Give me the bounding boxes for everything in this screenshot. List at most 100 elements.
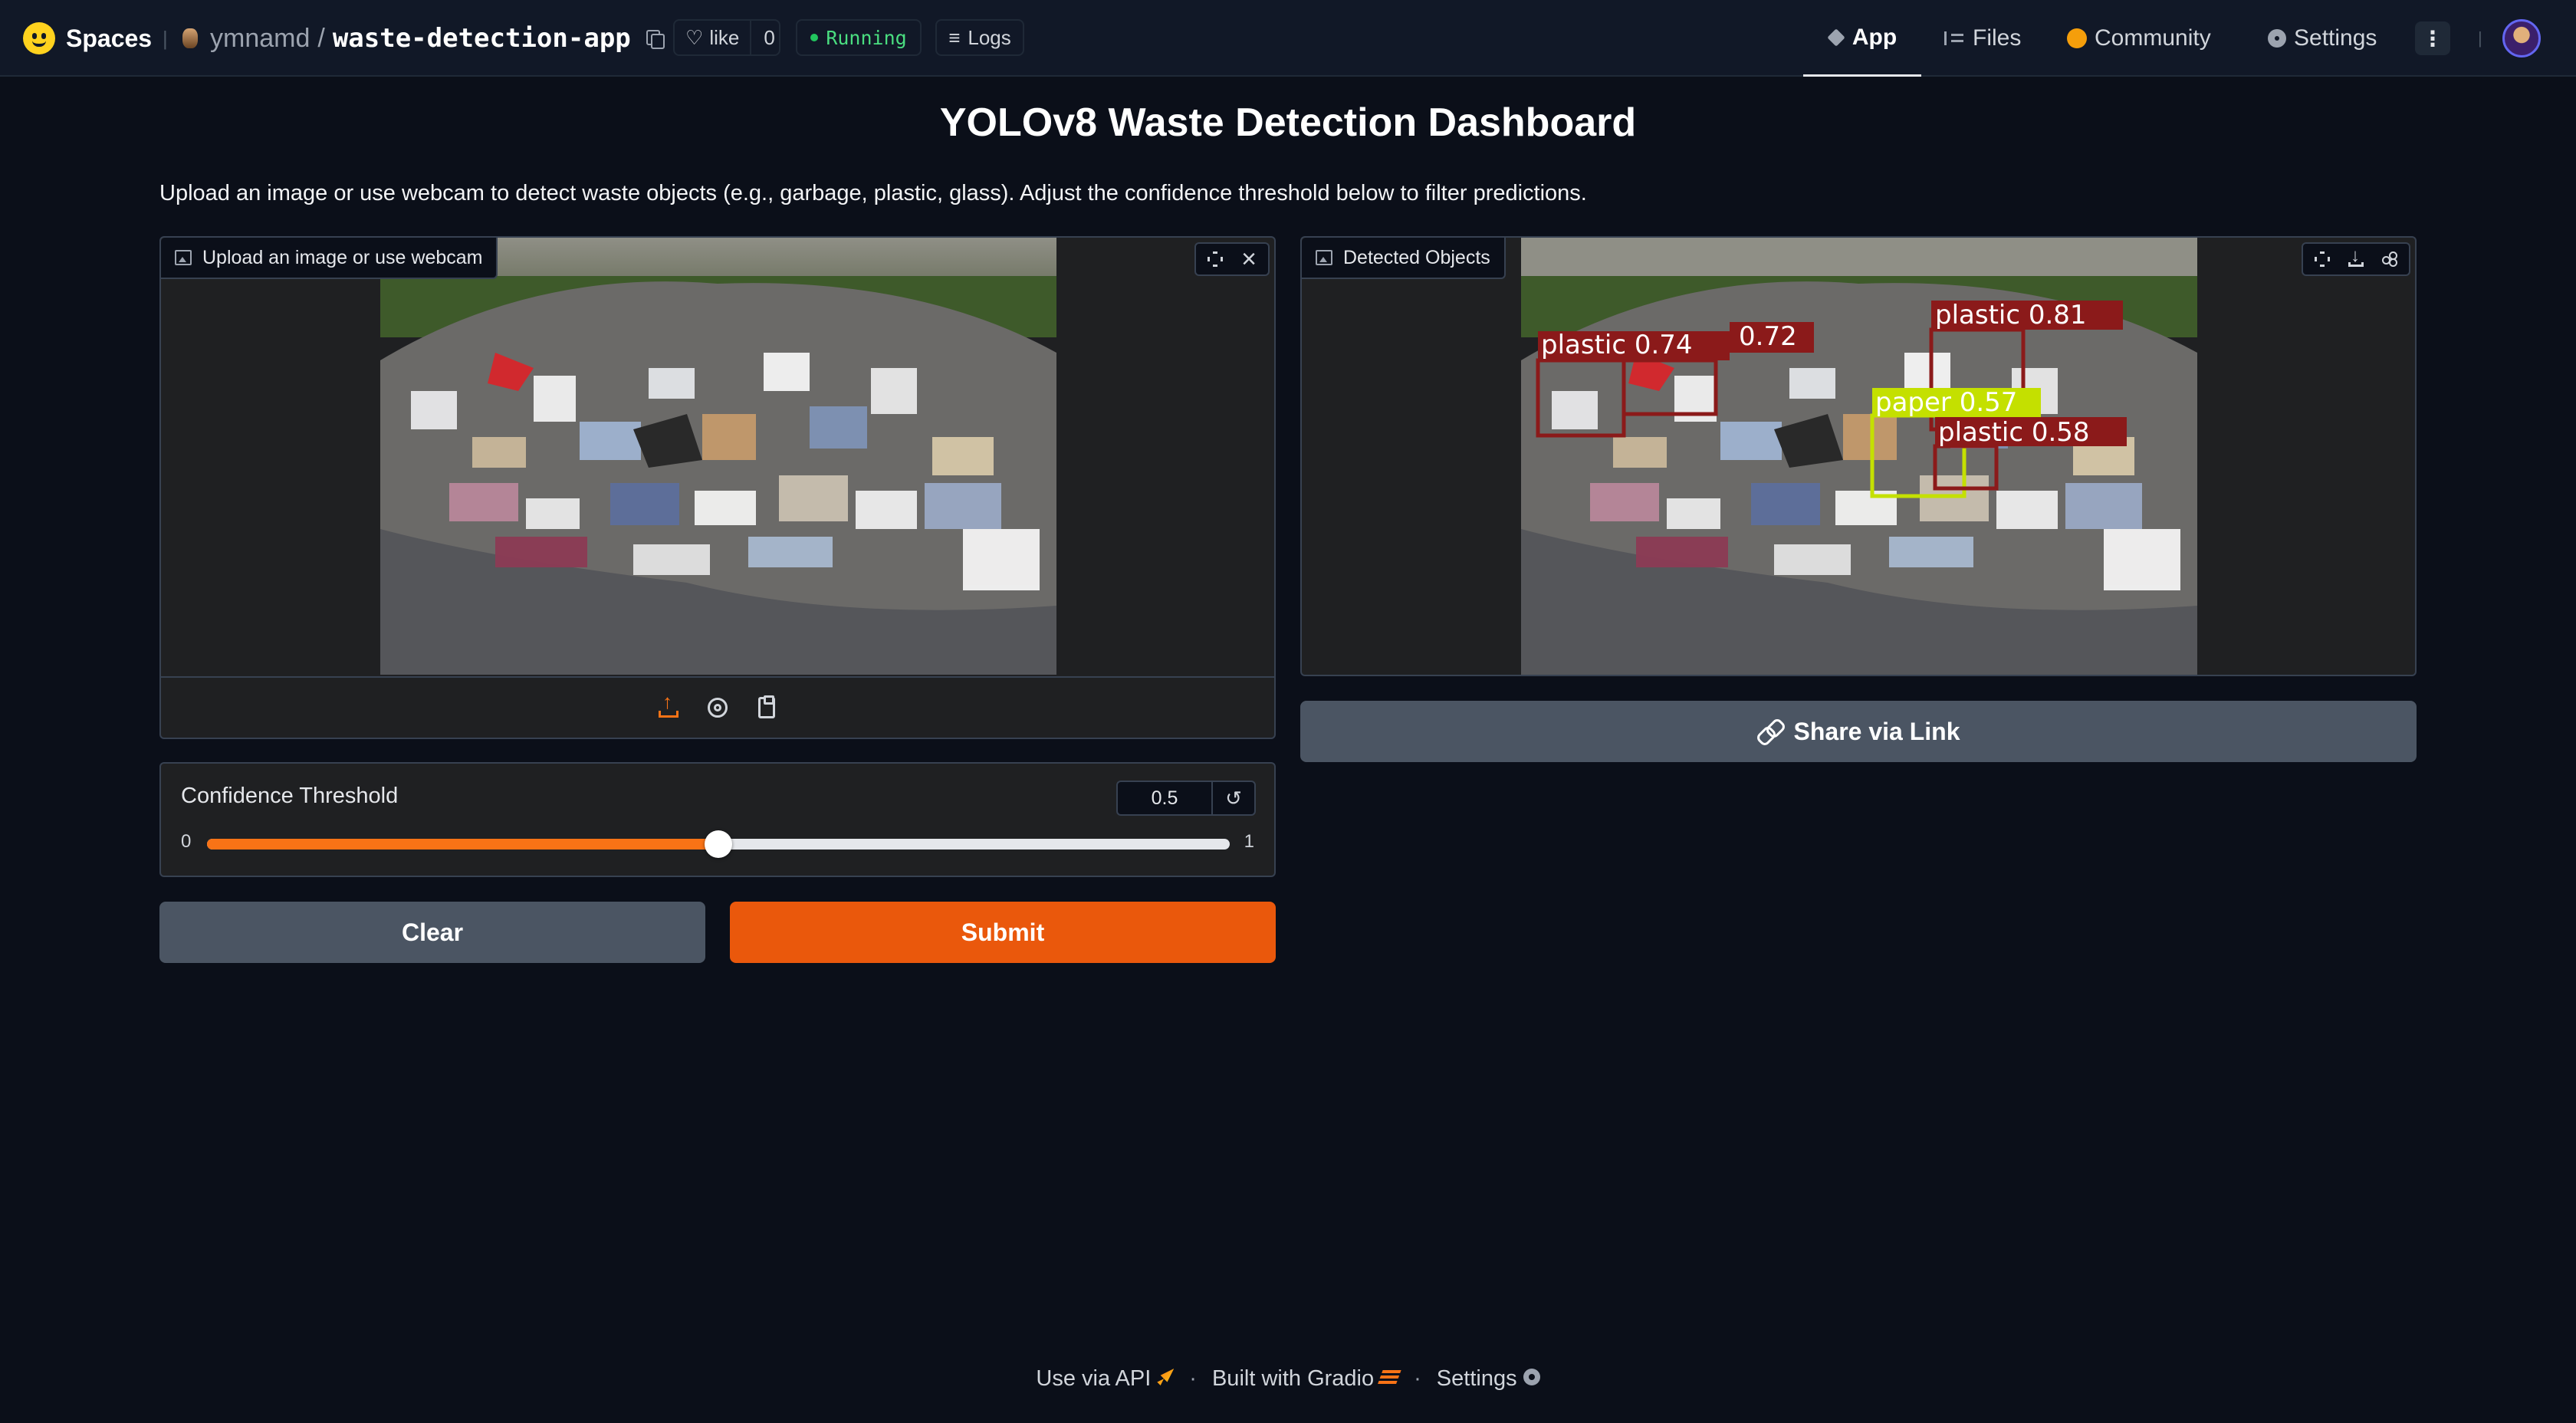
slider-thumb[interactable] (705, 830, 732, 858)
close-icon: × (1241, 245, 1257, 274)
slider-min-label: 0 (181, 831, 192, 852)
rocket-icon (1157, 1369, 1175, 1385)
status-text: Running (826, 26, 907, 49)
separator: | (163, 26, 168, 50)
input-image-label: Upload an image or use webcam (161, 238, 498, 279)
repo-name-link[interactable]: waste-detection-app (333, 23, 631, 54)
share-label: Share via Link (1793, 717, 1960, 745)
footer-separator: · (1189, 1366, 1197, 1391)
input-image (380, 238, 1056, 675)
spaces-label: Spaces (66, 24, 153, 52)
clipboard-source-button[interactable] (753, 694, 780, 721)
api-label: Use via API (1036, 1366, 1152, 1391)
slider-label: Confidence Threshold (181, 784, 399, 808)
share-via-link-button[interactable]: Share via Link (1300, 701, 2417, 762)
output-image: plastic 0.74 0.72 plastic 0.81 paper 0.5… (1521, 238, 2197, 675)
gear-icon (1523, 1369, 1540, 1385)
spaces-logo[interactable]: Spaces (23, 0, 152, 77)
owner-avatar (182, 28, 198, 48)
like-part: ♡ like (675, 21, 752, 54)
reset-icon: ↺ (1225, 786, 1242, 810)
settings-label: Settings (1436, 1366, 1517, 1391)
input-image-toolbar: × (1194, 242, 1270, 276)
gear-icon (2268, 29, 2286, 48)
detection-label-2: 0.72 (1739, 321, 1797, 352)
slider-fill (207, 839, 718, 850)
output-label-text: Detected Objects (1343, 246, 1490, 268)
download-button[interactable] (2343, 245, 2369, 272)
detection-label-5: plastic 0.58 (1938, 417, 2090, 448)
cube-icon (1827, 28, 1845, 47)
repo-path: ymnamd / waste-detection-app (182, 0, 665, 77)
input-label-text: Upload an image or use webcam (202, 246, 483, 268)
heart-icon: ♡ (685, 25, 704, 49)
confidence-threshold-block: Confidence Threshold ↺ 0 1 (159, 762, 1276, 877)
share-icon (2382, 251, 2397, 267)
reset-button[interactable]: ↺ (1213, 782, 1254, 814)
logs-icon: ≡ (948, 25, 961, 49)
footer-settings-link[interactable]: Settings (1437, 1366, 1540, 1392)
footer: Use via API · Built with Gradio · Settin… (0, 1366, 2576, 1392)
footer-separator: · (1414, 1366, 1421, 1391)
like-button[interactable]: ♡ like 0 (673, 19, 780, 56)
slider-max-label: 1 (1244, 831, 1254, 852)
built-label: Built with Gradio (1211, 1366, 1375, 1391)
logs-button[interactable]: ≡ Logs (935, 19, 1024, 56)
detection-label-1: plastic 0.74 (1541, 330, 1693, 360)
use-via-api-link[interactable]: Use via API (1036, 1366, 1175, 1392)
clipboard-icon (758, 695, 775, 718)
like-label: like (709, 25, 740, 49)
image-source-selector (161, 676, 1274, 738)
tab-community-label: Community (2095, 25, 2211, 51)
like-count: 0 (764, 25, 775, 49)
output-image-label: Detected Objects (1302, 238, 1506, 279)
clear-button[interactable]: Clear (159, 902, 705, 963)
submit-button[interactable]: Submit (730, 902, 1276, 963)
tab-settings[interactable]: Settings (2268, 0, 2377, 77)
copy-icon[interactable] (646, 30, 665, 49)
output-image-toolbar (2302, 242, 2410, 276)
image-icon (175, 250, 192, 265)
logs-label: Logs (968, 25, 1011, 49)
tab-settings-label: Settings (2294, 25, 2377, 51)
input-image-panel[interactable]: Upload an image or use webcam × (159, 236, 1276, 739)
link-icon (1757, 718, 1783, 744)
files-icon (1944, 31, 1965, 45)
status-badge[interactable]: Running (796, 19, 922, 56)
gradio-logo-icon (1377, 1370, 1401, 1385)
upload-source-button[interactable] (655, 690, 682, 721)
repo-owner-link[interactable]: ymnamd (210, 24, 310, 54)
user-avatar[interactable] (2502, 19, 2541, 58)
threshold-number-box: ↺ (1116, 781, 1256, 816)
webcam-source-button[interactable] (704, 694, 731, 721)
more-options-button[interactable]: ⋮ (2415, 21, 2450, 55)
built-with-gradio-link[interactable]: Built with Gradio (1211, 1366, 1401, 1392)
page-title: YOLOv8 Waste Detection Dashboard (939, 100, 1637, 145)
download-icon (2348, 245, 2364, 267)
tab-files[interactable]: Files (1944, 0, 2021, 77)
hugging-face-icon (23, 22, 55, 54)
separator-2: | (2478, 28, 2482, 48)
waste-pile-image (380, 238, 1056, 675)
clear-image-button[interactable]: × (1236, 246, 1262, 272)
webcam-icon (708, 698, 728, 718)
tab-community[interactable]: Community (2067, 0, 2211, 77)
image-icon (1316, 250, 1332, 265)
share-image-button[interactable] (2377, 246, 2403, 272)
detection-label-3: plastic 0.81 (1935, 300, 2087, 330)
fullscreen-button[interactable] (1202, 246, 1228, 272)
output-image-panel: plastic 0.74 0.72 plastic 0.81 paper 0.5… (1300, 236, 2417, 676)
status-dot-icon (810, 34, 819, 41)
detection-label-4: paper 0.57 (1875, 387, 2017, 418)
top-navigation-bar: Spaces | ymnamd / waste-detection-app ♡ … (0, 0, 2576, 77)
fullscreen-button[interactable] (2309, 246, 2335, 272)
tab-app[interactable]: App (1803, 0, 1921, 77)
upload-icon (659, 690, 678, 718)
tab-files-label: Files (1973, 25, 2022, 51)
threshold-number-input[interactable] (1118, 782, 1213, 814)
detected-waste-image: plastic 0.74 0.72 plastic 0.81 paper 0.5… (1521, 238, 2197, 675)
community-icon (2067, 28, 2087, 48)
confidence-slider[interactable] (207, 830, 1230, 858)
path-slash: / (317, 23, 325, 53)
fullscreen-icon (1208, 251, 1223, 267)
